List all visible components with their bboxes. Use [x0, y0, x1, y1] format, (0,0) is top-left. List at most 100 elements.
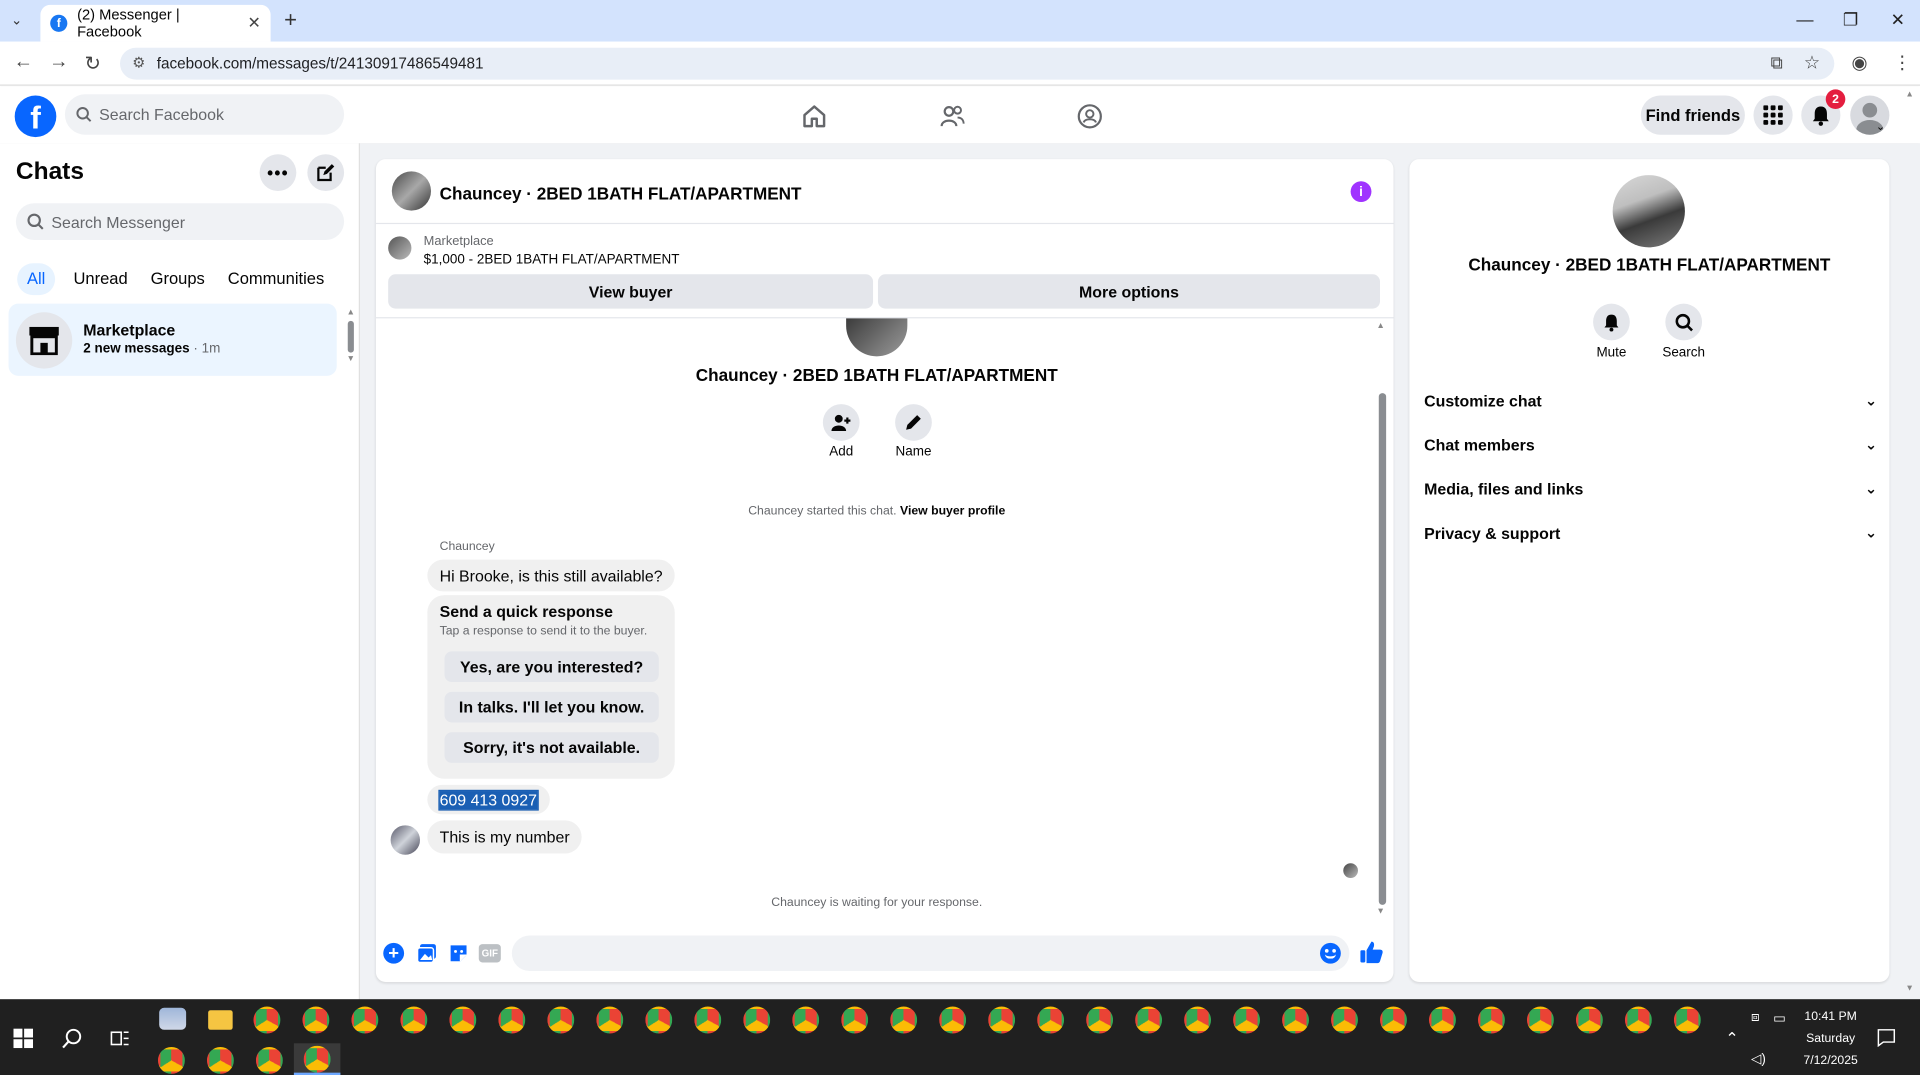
search-conversation-button[interactable]: [1665, 303, 1703, 341]
chrome-icon[interactable]: [841, 1006, 869, 1034]
chrome-icon[interactable]: [1380, 1006, 1407, 1034]
home-icon[interactable]: [801, 103, 828, 130]
minimize-icon[interactable]: —: [1796, 10, 1813, 30]
chat-list-item-marketplace[interactable]: Marketplace 2 new messages · 1m: [8, 303, 337, 376]
profile-icon[interactable]: ◉: [1851, 51, 1867, 74]
browser-tab[interactable]: f (2) Messenger | Facebook ✕: [40, 4, 271, 42]
new-tab-icon[interactable]: +: [284, 7, 297, 33]
page-scroll-up-icon[interactable]: ▲: [1905, 91, 1913, 100]
clock-time[interactable]: 10:41 PM: [1800, 1010, 1861, 1023]
chrome-icon[interactable]: [157, 1046, 185, 1074]
chrome-icon[interactable]: [988, 1006, 1016, 1034]
conversation-info-icon[interactable]: i: [1350, 181, 1372, 203]
filter-communities[interactable]: Communities: [218, 263, 334, 295]
chrome-icon[interactable]: [1037, 1006, 1065, 1034]
chrome-icon[interactable]: [1086, 1006, 1114, 1034]
chrome-icon[interactable]: [694, 1006, 722, 1034]
chrome-icon[interactable]: [939, 1006, 967, 1034]
facebook-search-input[interactable]: Search Facebook: [64, 94, 345, 135]
chrome-icon[interactable]: [743, 1006, 771, 1034]
message-input[interactable]: [511, 935, 1350, 972]
back-icon[interactable]: ←: [13, 51, 33, 73]
forward-icon[interactable]: →: [49, 51, 69, 73]
chrome-icon[interactable]: [890, 1006, 918, 1034]
file-explorer-icon[interactable]: [208, 1010, 233, 1030]
chrome-icon[interactable]: [255, 1046, 283, 1074]
groups-icon[interactable]: [1076, 103, 1103, 130]
gif-icon[interactable]: GIF: [478, 944, 501, 963]
more-options-button[interactable]: More options: [877, 274, 1381, 309]
messages-scrollbar[interactable]: ▲ ▼: [1376, 322, 1389, 917]
quick-response-in-talks[interactable]: In talks. I'll let you know.: [444, 691, 659, 723]
customize-chat-row[interactable]: Customize chat ⌄: [1424, 392, 1877, 410]
quick-response-not-available[interactable]: Sorry, it's not available.: [444, 732, 659, 763]
site-info-icon[interactable]: ⚙: [132, 54, 145, 71]
reload-icon[interactable]: ↻: [84, 51, 100, 75]
like-thumbs-up-icon[interactable]: [1359, 940, 1383, 964]
attach-photo-icon[interactable]: [416, 943, 437, 964]
chrome-icon[interactable]: [1135, 1006, 1163, 1034]
message-bubble[interactable]: This is my number: [427, 820, 582, 854]
message-bubble[interactable]: Hi Brooke, is this still available?: [427, 559, 675, 592]
conversation-title[interactable]: Chauncey · 2BED 1BATH FLAT/APARTMENT: [440, 184, 802, 204]
account-chevron-icon[interactable]: ⌄: [1876, 120, 1885, 133]
view-buyer-button[interactable]: View buyer: [388, 274, 874, 309]
find-friends-button[interactable]: Find friends: [1640, 95, 1745, 135]
notification-center-icon[interactable]: [1877, 1029, 1896, 1047]
chrome-icon[interactable]: [302, 1006, 330, 1034]
meet-now-icon[interactable]: ⧈: [1751, 1010, 1760, 1026]
taskbar-search-icon[interactable]: [61, 1027, 83, 1049]
sticker-icon[interactable]: [448, 943, 469, 964]
active-chrome-window[interactable]: [293, 1043, 341, 1075]
chrome-icon[interactable]: [1331, 1006, 1358, 1034]
chrome-icon[interactable]: [596, 1006, 624, 1034]
chrome-icon[interactable]: [1428, 1006, 1456, 1034]
sender-avatar[interactable]: [390, 825, 421, 855]
chrome-icon[interactable]: [1282, 1006, 1309, 1034]
bookmark-star-icon[interactable]: ☆: [1804, 51, 1820, 74]
facebook-logo-icon[interactable]: f: [14, 95, 57, 138]
network-icon[interactable]: ▭: [1773, 1010, 1786, 1026]
chrome-icon[interactable]: [351, 1006, 379, 1034]
chrome-icon[interactable]: [1233, 1006, 1261, 1034]
messenger-search-input[interactable]: Search Messenger: [15, 203, 345, 241]
filter-groups[interactable]: Groups: [141, 263, 215, 295]
chrome-icon[interactable]: [1526, 1006, 1554, 1034]
mute-button[interactable]: [1593, 303, 1630, 341]
sidebar-scrollbar[interactable]: ▲ ▼: [347, 309, 357, 370]
volume-icon[interactable]: ◁): [1751, 1051, 1766, 1067]
privacy-support-row[interactable]: Privacy & support ⌄: [1424, 524, 1877, 542]
add-people-button[interactable]: [822, 404, 860, 441]
message-bubble[interactable]: 609 413 0927: [427, 784, 550, 815]
new-message-button[interactable]: [307, 154, 345, 192]
task-view-icon[interactable]: [110, 1029, 130, 1049]
filter-unread[interactable]: Unread: [64, 263, 138, 295]
chrome-icon[interactable]: [1477, 1006, 1505, 1034]
chat-members-row[interactable]: Chat members ⌄: [1424, 436, 1877, 454]
chrome-icon[interactable]: [206, 1046, 234, 1074]
emoji-icon[interactable]: [1320, 942, 1341, 964]
quick-response-yes[interactable]: Yes, are you interested?: [444, 651, 659, 683]
chat-header-avatar[interactable]: [391, 171, 432, 211]
chrome-icon[interactable]: [645, 1006, 673, 1034]
chrome-icon[interactable]: [253, 1006, 281, 1034]
chrome-icon[interactable]: [400, 1006, 428, 1034]
chats-options-button[interactable]: •••: [259, 154, 297, 192]
chrome-icon[interactable]: [498, 1006, 526, 1034]
filter-all[interactable]: All: [17, 263, 56, 296]
more-actions-plus-icon[interactable]: +: [383, 942, 405, 964]
taskbar-app-icon[interactable]: [159, 1007, 187, 1030]
url-field[interactable]: ⚙ facebook.com/messages/t/24130917486549…: [120, 47, 1835, 80]
name-chat-button[interactable]: [895, 404, 932, 441]
chrome-icon[interactable]: [1575, 1006, 1603, 1034]
chrome-icon[interactable]: [1673, 1006, 1701, 1034]
chrome-icon[interactable]: [1624, 1006, 1652, 1034]
restore-icon[interactable]: ❐: [1843, 10, 1858, 31]
system-tray-chevron-icon[interactable]: ⌃: [1725, 1029, 1738, 1049]
tab-close-icon[interactable]: ✕: [247, 13, 260, 33]
details-avatar[interactable]: [1612, 175, 1685, 248]
windows-start-icon[interactable]: [13, 1028, 34, 1049]
menu-grid-button[interactable]: [1753, 95, 1793, 135]
page-scroll-down-icon[interactable]: ▼: [1905, 984, 1913, 993]
install-app-icon[interactable]: ⧉: [1771, 53, 1783, 74]
